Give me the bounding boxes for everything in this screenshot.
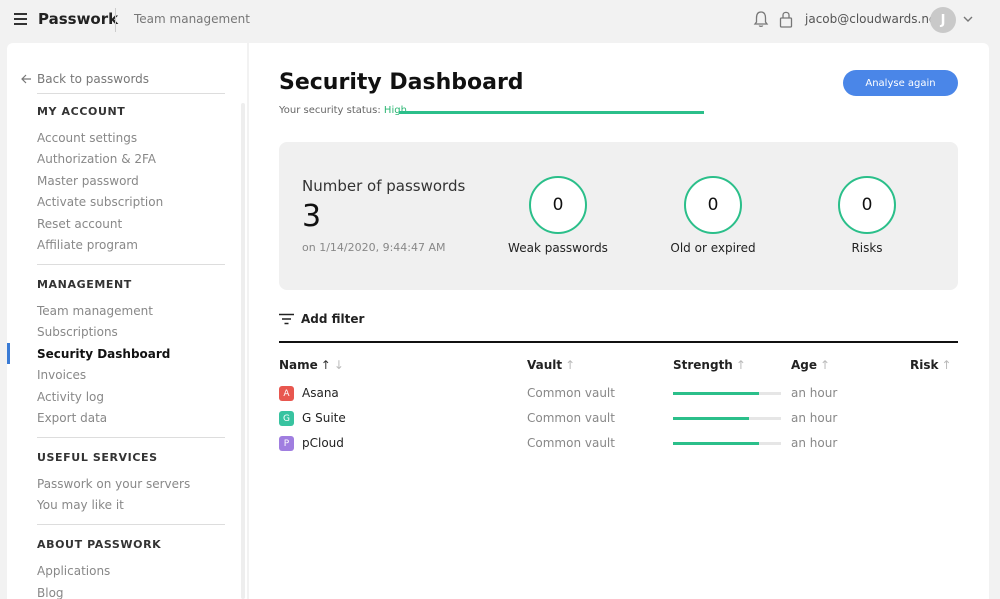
item-age: an hour [791,436,838,450]
chevron-down-icon[interactable] [962,13,974,25]
item-badge-icon: A [279,386,294,401]
strength-bar [673,417,781,420]
item-badge-icon: P [279,436,294,451]
sidebar-item-applications[interactable]: Applications [37,564,110,578]
sidebar-item-team-management[interactable]: Team management [37,304,153,318]
sidebar-item-passwork-on-servers[interactable]: Passwork on your servers [37,477,190,491]
item-vault: Common vault [527,436,615,450]
column-header-vault[interactable]: Vault ↑ [527,358,575,372]
menu-icon[interactable] [14,13,27,25]
sidebar-scrollbar[interactable] [241,103,245,599]
sidebar-item-activity-log[interactable]: Activity log [37,390,104,404]
column-header-strength-label: Strength [673,358,733,372]
sidebar: Back to passwords MY ACCOUNT Account set… [7,43,247,599]
sort-arrow-icon: ↑ [735,358,746,372]
section-title-useful-services: USEFUL SERVICES [37,451,158,464]
item-name[interactable]: G Suite [302,411,346,425]
column-header-name-label: Name [279,358,318,372]
sidebar-item-security-dashboard[interactable]: Security Dashboard [37,347,170,361]
column-header-risk-label: Risk [910,358,939,372]
column-header-risk[interactable]: Risk ↑ [910,358,952,372]
breadcrumb[interactable]: Team management [134,12,250,26]
item-badge-icon: G [279,411,294,426]
sidebar-item-blog[interactable]: Blog [37,586,64,599]
old-expired-label: Old or expired [670,241,756,255]
divider [37,524,225,525]
top-bar: Passwork Team management jacob@cloudward… [0,0,1000,40]
sort-arrow-icon: ↑ [820,358,831,372]
strength-bar [673,392,781,395]
divider [37,264,225,265]
sidebar-item-invoices[interactable]: Invoices [37,368,86,382]
table-row[interactable]: A Asana Common vault an hour [279,383,958,405]
page-title: Security Dashboard [279,70,524,95]
arrow-left-icon [21,74,31,84]
sidebar-item-account-settings[interactable]: Account settings [37,131,137,145]
sidebar-item-subscriptions[interactable]: Subscriptions [37,325,118,339]
divider [115,8,116,32]
sidebar-item-affiliate-program[interactable]: Affiliate program [37,238,138,252]
column-header-name[interactable]: Name ↑ ↓ [279,358,344,372]
back-label: Back to passwords [37,72,150,86]
weak-passwords-label: Weak passwords [508,241,608,255]
item-vault: Common vault [527,386,615,400]
column-header-strength[interactable]: Strength ↑ [673,358,746,372]
table-divider [279,341,958,343]
security-status: Your security status: High [279,105,407,116]
add-filter-label: Add filter [301,312,365,326]
brand-logo[interactable]: Passwork [38,10,118,28]
filter-icon [279,313,294,325]
old-expired-count[interactable]: 0 [684,176,742,234]
item-age: an hour [791,386,838,400]
risks-count[interactable]: 0 [838,176,896,234]
sidebar-item-you-may-like-it[interactable]: You may like it [37,498,124,512]
security-status-bar [399,111,704,114]
sidebar-item-authorization-2fa[interactable]: Authorization & 2FA [37,152,156,166]
back-to-passwords-link[interactable]: Back to passwords [21,72,149,86]
table-row[interactable]: G G Suite Common vault an hour [279,408,958,430]
password-count-value: 3 [302,199,322,234]
strength-bar-fill [673,442,760,445]
item-age: an hour [791,411,838,425]
security-status-label: Your security status: [279,105,381,116]
section-title-about-passwork: ABOUT PASSWORK [37,538,162,551]
strength-bar [673,442,781,445]
sidebar-item-reset-account[interactable]: Reset account [37,217,122,231]
sort-arrow-icon: ↑ [320,358,331,372]
analyse-again-button[interactable]: Analyse again [843,70,958,96]
divider [37,437,225,438]
sort-arrow-icon: ↑ [941,358,952,372]
avatar[interactable]: J [930,7,956,33]
weak-passwords-count[interactable]: 0 [529,176,587,234]
password-count-label: Number of passwords [302,177,466,195]
risks-label: Risks [851,241,883,255]
main-panel: Security Dashboard Analyse again Your se… [249,43,989,599]
section-title-my-account: MY ACCOUNT [37,105,126,118]
column-header-age[interactable]: Age ↑ [791,358,830,372]
lock-icon[interactable] [779,10,793,28]
strength-bar-fill [673,417,749,420]
sidebar-item-activate-subscription[interactable]: Activate subscription [37,195,163,209]
item-vault: Common vault [527,411,615,425]
analysis-date: on 1/14/2020, 9:44:47 AM [302,241,446,254]
item-name[interactable]: Asana [302,386,339,400]
add-filter-button[interactable]: Add filter [279,312,364,326]
sidebar-item-export-data[interactable]: Export data [37,411,107,425]
sort-arrow-icon: ↑ [565,358,576,372]
column-header-vault-label: Vault [527,358,563,372]
sidebar-item-master-password[interactable]: Master password [37,174,139,188]
sort-arrow-icon: ↓ [333,358,344,372]
divider [37,93,225,94]
active-indicator [7,343,10,364]
user-email[interactable]: jacob@cloudwards.net [805,12,941,26]
item-name[interactable]: pCloud [302,436,344,450]
strength-bar-fill [673,392,760,395]
stats-panel: Number of passwords 3 on 1/14/2020, 9:44… [279,142,958,290]
table-row[interactable]: PpCloud Common vault an hour [279,433,958,455]
bell-icon[interactable] [753,10,769,28]
column-header-age-label: Age [791,358,818,372]
section-title-management: MANAGEMENT [37,278,132,291]
